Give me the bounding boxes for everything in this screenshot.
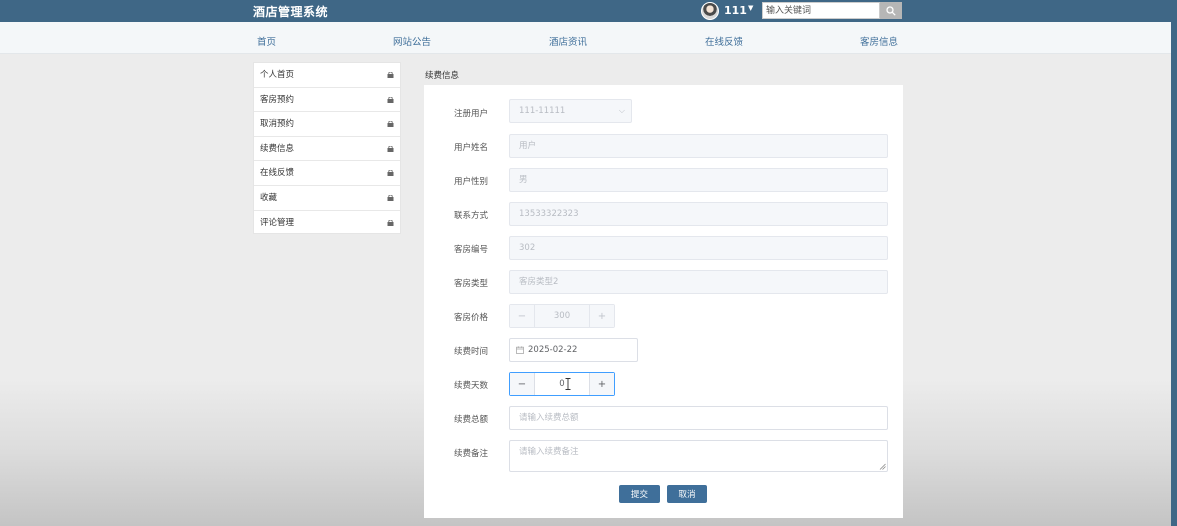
site-title: 酒店管理系统 <box>253 5 329 19</box>
user-avatar[interactable] <box>701 2 719 20</box>
sidebar-item-label: 评论管理 <box>260 217 295 228</box>
user-gender-label: 用户性别 <box>454 177 489 187</box>
sidebar-item-label: 客房预约 <box>260 94 295 105</box>
registered-user-select: 111-11111 ⌵ <box>509 99 632 123</box>
renew-days-label: 续费天数 <box>454 381 489 391</box>
renew-date-picker[interactable]: 2025-02-22 <box>509 338 638 362</box>
sidebar-item-favorites[interactable]: 收藏 <box>254 186 400 211</box>
nav-announcements[interactable]: 网站公告 <box>393 34 431 48</box>
username[interactable]: 111 <box>724 4 747 17</box>
room-price-label: 客房价格 <box>454 313 489 323</box>
renew-total-label: 续费总额 <box>454 415 489 425</box>
registered-user-label: 注册用户 <box>454 109 489 119</box>
main-nav: 首页 网站公告 酒店资讯 在线反馈 客房信息 <box>0 22 1171 54</box>
room-number-field: 302 <box>509 236 888 260</box>
submit-button[interactable]: 提交 <box>619 485 660 503</box>
room-price-increase: + <box>590 305 614 327</box>
renew-note-label: 续费备注 <box>454 449 489 459</box>
caret-down-icon[interactable]: ▼ <box>748 4 753 12</box>
renew-date-label: 续费时间 <box>454 347 489 357</box>
user-gender-field: 男 <box>509 168 888 192</box>
cancel-button[interactable]: 取消 <box>667 485 707 503</box>
sidebar-item-label: 在线反馈 <box>260 168 295 179</box>
sidebar-item-feedback[interactable]: 在线反馈 <box>254 161 400 186</box>
sidebar-item-profile[interactable]: 个人首页 <box>254 63 400 88</box>
nav-home[interactable]: 首页 <box>257 34 276 48</box>
renew-days-stepper: − 0 + <box>509 372 615 396</box>
sidebar-item-room-booking[interactable]: 客房预约 <box>254 88 400 113</box>
window-edge <box>1171 0 1177 526</box>
contact-label: 联系方式 <box>454 211 489 221</box>
room-type-field: 客房类型2 <box>509 270 888 294</box>
lock-icon <box>387 145 394 152</box>
sidebar-item-renewal-info[interactable]: 续费信息 <box>254 137 400 162</box>
sidebar: 个人首页 客房预约 取消预约 续费信息 在线反馈 收藏 评论管理 <box>253 62 401 234</box>
room-price-value: 300 <box>534 305 590 327</box>
panel-title: 续费信息 <box>425 71 460 81</box>
lock-icon <box>387 96 394 103</box>
renew-days-input[interactable]: 0 <box>534 373 590 395</box>
lock-icon <box>387 194 394 201</box>
renew-days-increase[interactable]: + <box>590 373 614 395</box>
search-input[interactable] <box>762 2 880 19</box>
lock-icon <box>387 170 394 177</box>
calendar-icon <box>516 346 524 354</box>
user-name-field: 用户 <box>509 134 888 158</box>
sidebar-item-label: 取消预约 <box>260 119 295 130</box>
renew-total-input[interactable] <box>509 406 888 430</box>
top-bar: 酒店管理系统 111 ▼ <box>0 0 1177 22</box>
sidebar-item-label: 收藏 <box>260 192 278 203</box>
nav-hotel-news[interactable]: 酒店资讯 <box>549 34 587 48</box>
search-button[interactable] <box>880 2 902 19</box>
user-name-label: 用户姓名 <box>454 143 489 153</box>
chevron-down-icon: ⌵ <box>618 106 625 115</box>
lock-icon <box>387 219 394 226</box>
nav-room-info[interactable]: 客房信息 <box>860 34 898 48</box>
resize-grip-icon[interactable] <box>879 463 886 470</box>
renew-date-value: 2025-02-22 <box>528 345 578 355</box>
text-cursor-icon <box>565 378 571 390</box>
search-icon <box>886 5 896 16</box>
sidebar-item-cancel-booking[interactable]: 取消预约 <box>254 112 400 137</box>
room-type-label: 客房类型 <box>454 279 489 289</box>
renew-note-textarea[interactable] <box>509 440 888 472</box>
renew-days-decrease[interactable]: − <box>510 373 534 395</box>
contact-field: 13533322323 <box>509 202 888 226</box>
lock-icon <box>387 121 394 128</box>
lock-icon <box>387 72 394 78</box>
room-price-stepper: − 300 + <box>509 304 615 328</box>
room-number-label: 客房编号 <box>454 245 489 255</box>
registered-user-value: 111-11111 <box>519 106 566 116</box>
sidebar-item-comments[interactable]: 评论管理 <box>254 211 400 236</box>
room-price-decrease: − <box>510 305 534 327</box>
sidebar-item-label: 个人首页 <box>260 70 295 80</box>
nav-feedback[interactable]: 在线反馈 <box>705 34 743 48</box>
sidebar-item-label: 续费信息 <box>260 143 295 154</box>
